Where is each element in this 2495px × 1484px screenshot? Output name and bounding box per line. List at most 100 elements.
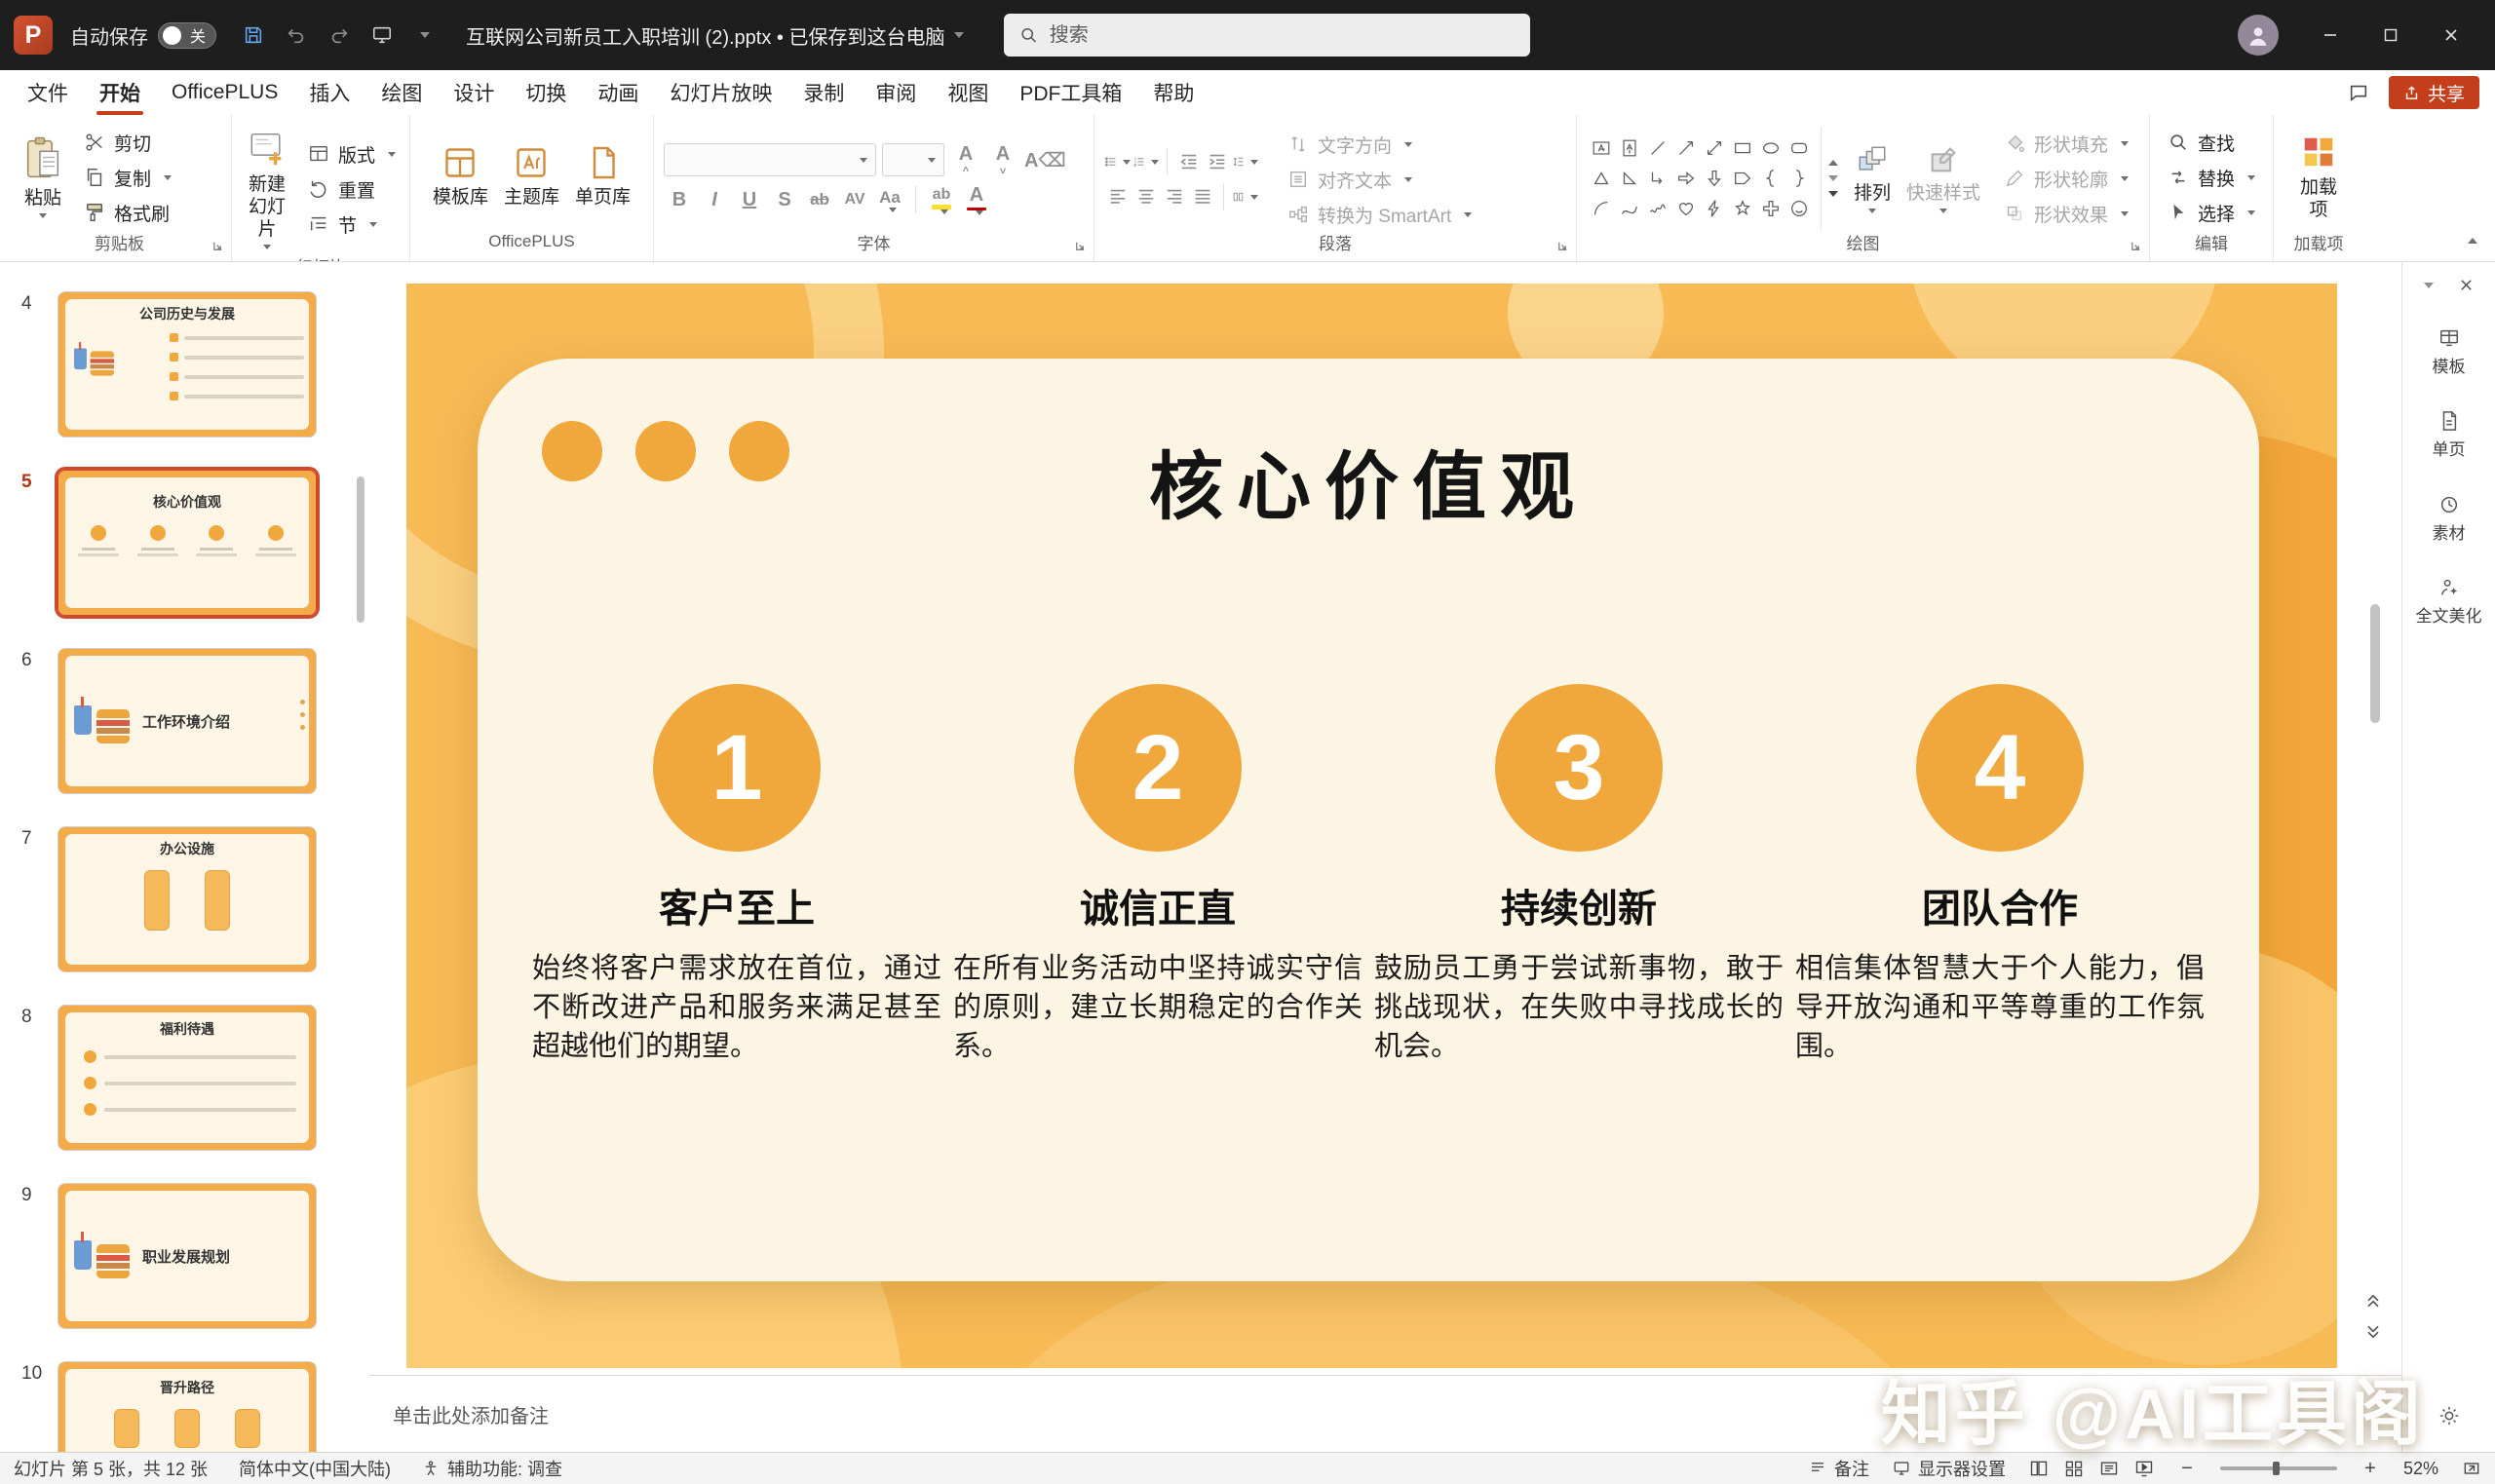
user-avatar[interactable] [2238,15,2279,56]
notes-toggle-button[interactable]: 备注 [1809,1456,1869,1481]
chevron-down-icon[interactable] [2424,283,2434,288]
heart-shape-icon[interactable] [1672,196,1699,222]
slide-thumbnail-6[interactable]: 工作环境介绍 [58,648,317,794]
autosave-control[interactable]: 自动保存 关 [70,21,216,50]
copy-button[interactable]: 复制 [76,163,177,193]
value-heading[interactable]: 团队合作 [1922,877,2078,933]
oval-shape-icon[interactable] [1757,135,1784,162]
gallery-more-icon[interactable] [1828,191,1838,197]
sidebar-item-beautify[interactable]: 全文美化 [2406,577,2492,627]
tab-review[interactable]: 审阅 [860,70,932,115]
sidebar-item-templates[interactable]: 模板 [2406,327,2492,377]
tab-file[interactable]: 文件 [12,70,84,115]
page-library-button[interactable]: 单页库 [569,141,636,213]
close-button[interactable] [2421,0,2481,70]
clear-formatting-button[interactable]: A⌫ [1024,144,1066,175]
quick-styles-button[interactable]: 快速样式 [1900,139,1986,218]
right-triangle-shape-icon[interactable] [1616,166,1642,192]
rounded-rectangle-shape-icon[interactable] [1785,135,1812,162]
dialog-launcher-icon[interactable] [2130,240,2142,252]
sidebar-item-assets[interactable]: 素材 [2406,494,2492,544]
document-title[interactable]: 互联网公司新员工入职培训 (2).pptx • 已保存到这台电脑 [466,21,964,50]
tab-draw[interactable]: 绘图 [365,70,438,115]
curve-shape-icon[interactable] [1616,196,1642,222]
close-sidebar-icon[interactable] [2459,278,2474,292]
shape-outline-button[interactable]: 形状轮廓 [1996,164,2134,194]
share-button[interactable]: 共享 [2389,76,2479,109]
shape-effects-button[interactable]: 形状效果 [1996,199,2134,229]
slideshow-view-button[interactable] [2134,1459,2154,1478]
reset-button[interactable]: 重置 [300,174,402,205]
value-body-text[interactable]: 相信集体智慧大于个人能力，倡导开放沟通和平等尊重的工作氛围。 [1795,949,2205,1066]
left-brace-shape-icon[interactable] [1757,166,1784,192]
dialog-launcher-icon[interactable] [1556,240,1569,252]
undo-button[interactable] [275,13,318,57]
value-column-2[interactable]: 2 诚信正直 在所有业务活动中坚持诚实守信的原则，建立长期稳定的合作关系。 [953,684,1363,1066]
slide-thumbnail-7[interactable]: 办公设施 [58,826,317,972]
sidebar-item-single-page[interactable]: 单页 [2406,410,2492,460]
value-column-1[interactable]: 1 客户至上 始终将客户需求放在首位，通过不断改进产品和服务来满足甚至超越他们的… [532,684,941,1066]
format-painter-button[interactable]: 格式刷 [76,198,177,228]
fit-to-window-button[interactable] [2462,1459,2481,1478]
tab-slideshow[interactable]: 幻灯片放映 [654,70,787,115]
scroll-up-icon[interactable] [1828,160,1838,166]
notes-placeholder[interactable]: 单击此处添加备注 [393,1400,549,1428]
font-name-select[interactable] [664,143,876,176]
scribble-shape-icon[interactable] [1644,196,1670,222]
dialog-launcher-icon[interactable] [1074,240,1087,252]
elbow-connector-shape-icon[interactable] [1644,166,1670,192]
canvas-scrollbar[interactable] [2370,604,2380,723]
zoom-out-button[interactable]: − [2177,1458,2197,1480]
app-icon[interactable]: P [14,16,53,55]
theme-library-button[interactable]: 主题库 [498,141,565,213]
highlight-color-button[interactable]: ab [926,184,957,215]
smiley-shape-icon[interactable] [1785,196,1812,222]
slide-thumbnail-5-selected[interactable]: 核心价值观 [58,470,317,616]
slide-sorter-view-button[interactable] [2064,1459,2084,1478]
rectangle-shape-icon[interactable] [1729,135,1755,162]
minimize-button[interactable] [2300,0,2361,70]
increase-indent-button[interactable] [1204,149,1230,175]
tab-officeplus[interactable]: OfficePLUS [156,70,293,115]
cut-button[interactable]: 剪切 [76,128,177,158]
slide-thumbnail-10[interactable]: 晋升路径 [58,1361,317,1452]
strikethrough-button[interactable]: ab [804,184,835,215]
font-color-button[interactable]: A [961,184,992,215]
underline-button[interactable]: U [734,184,765,215]
previous-slide-button[interactable] [2361,1287,2386,1313]
find-button[interactable]: 查找 [2160,128,2261,158]
increase-font-button[interactable]: A^ [950,144,981,175]
value-column-4[interactable]: 4 团队合作 相信集体智慧大于个人能力，倡导开放沟通和平等尊重的工作氛围。 [1795,684,2205,1066]
block-arrow-down-shape-icon[interactable] [1701,166,1727,192]
decrease-font-button[interactable]: A˅ [987,144,1018,175]
arc-shape-icon[interactable] [1588,196,1614,222]
comments-icon[interactable] [2348,82,2369,103]
language-indicator[interactable]: 简体中文(中国大陆) [239,1456,391,1481]
search-input[interactable] [1050,24,1515,47]
value-body-text[interactable]: 始终将客户需求放在首位，通过不断改进产品和服务来满足甚至超越他们的期望。 [532,949,941,1066]
addins-button[interactable]: 加载项 [2287,130,2350,226]
justify-button[interactable] [1189,184,1215,210]
block-arrow-right-shape-icon[interactable] [1672,166,1699,192]
layout-button[interactable]: 版式 [300,139,402,170]
replace-button[interactable]: 替换 [2160,163,2261,193]
tab-home[interactable]: 开始 [84,70,156,115]
right-brace-shape-icon[interactable] [1785,166,1812,192]
line-spacing-button[interactable] [1232,149,1258,175]
next-slide-button[interactable] [2361,1320,2386,1346]
tab-animations[interactable]: 动画 [582,70,654,115]
collapse-ribbon-button[interactable] [2468,228,2477,249]
zoom-slider-knob[interactable] [2273,1462,2280,1475]
change-case-button[interactable]: Aa [874,184,905,215]
template-library-button[interactable]: 模板库 [427,141,494,213]
zoom-level[interactable]: 52% [2403,1459,2438,1479]
tab-view[interactable]: 视图 [932,70,1004,115]
scroll-down-icon[interactable] [1828,175,1838,181]
zoom-in-button[interactable]: + [2361,1458,2380,1480]
lightning-shape-icon[interactable] [1701,196,1727,222]
arrow-shape-icon[interactable] [1672,135,1699,162]
new-slide-button[interactable]: 新建幻灯片 [242,125,292,253]
columns-button[interactable] [1232,184,1258,210]
star-shape-icon[interactable] [1729,196,1755,222]
search-box[interactable] [1004,14,1530,57]
